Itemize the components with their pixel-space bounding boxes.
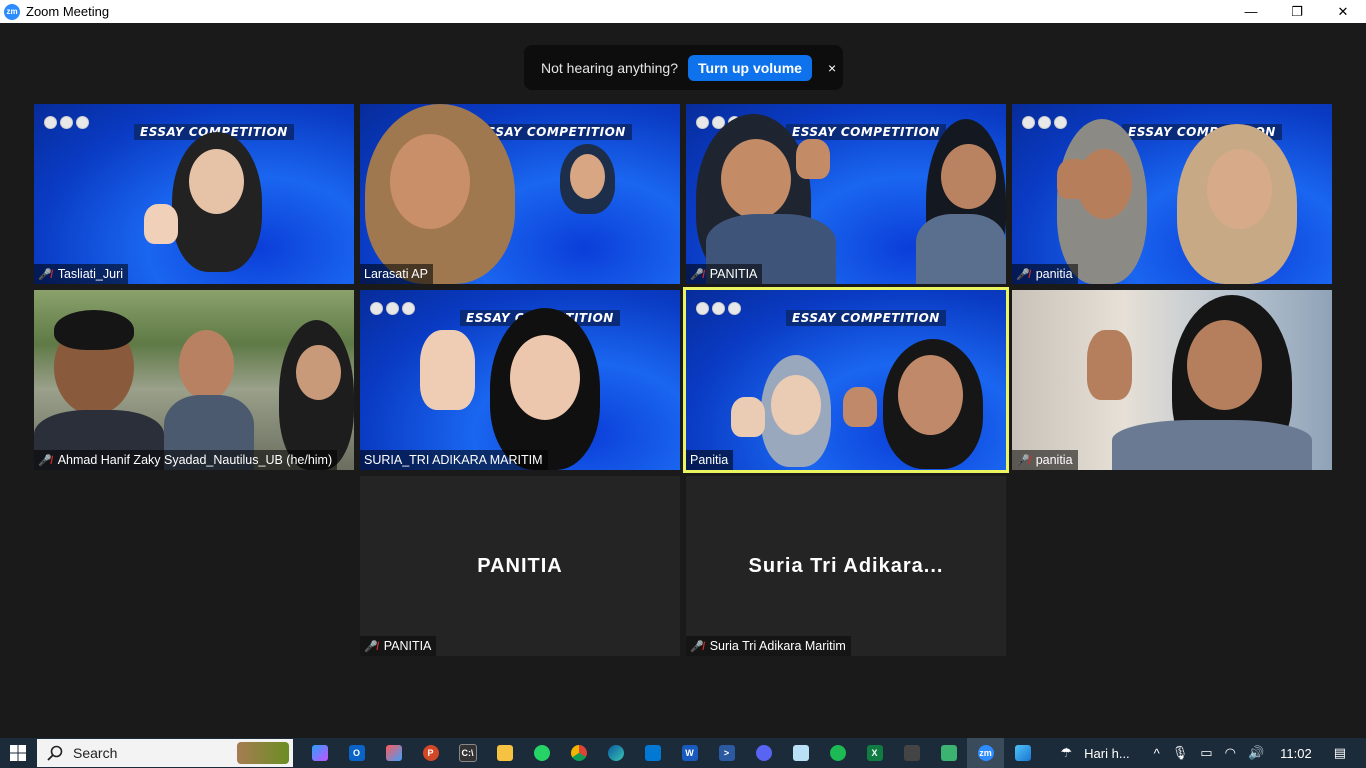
mic-muted-icon: 🎤̸: [690, 640, 704, 653]
participant-name-label: 🎤̸ Tasliati_Juri: [34, 264, 129, 284]
notice-text: Not hearing anything?: [541, 59, 678, 76]
close-button[interactable]: ✕: [1320, 0, 1366, 23]
windows-taskbar: Search O P C:\ W > X zm ☂ Hari h... ^ 🎙 …: [0, 738, 1366, 768]
terminal-icon[interactable]: C:\: [449, 738, 486, 768]
chrome-icon[interactable]: [560, 738, 597, 768]
participant-display-name: PANITIA: [477, 554, 563, 577]
turn-up-volume-button[interactable]: Turn up volume: [688, 54, 812, 81]
video-tile-camera-off[interactable]: PANITIA 🎤̸ PANITIA: [360, 476, 680, 656]
participant-name-label: 🎤̸ PANITIA: [686, 264, 763, 284]
mic-muted-icon: 🎤̸: [1016, 268, 1030, 281]
participant-name-label: 🎤̸ panitia: [1012, 264, 1078, 284]
search-highlight-image: [237, 742, 289, 764]
start-button[interactable]: [0, 738, 36, 768]
vs-icon[interactable]: [930, 738, 967, 768]
window-title: Zoom Meeting: [26, 4, 110, 19]
video-tile[interactable]: ESSAY COMPETITION SURIA_TRI ADIKARA MARI…: [360, 290, 680, 470]
powerpoint-icon[interactable]: P: [412, 738, 449, 768]
participant-name-label: 🎤̸ Suria Tri Adikara Maritim: [686, 636, 851, 656]
participant-name-label: 🎤̸ Ahmad Hanif Zaky Syadad_Nautilus_UB (h…: [34, 450, 338, 470]
mic-muted-icon: 🎤̸: [38, 268, 52, 281]
participant-name-label: 🎤̸ PANITIA: [360, 636, 437, 656]
discord-icon[interactable]: [745, 738, 782, 768]
chevron-up-icon[interactable]: ^: [1154, 746, 1160, 761]
mic-muted-icon: 🎤̸: [364, 640, 378, 653]
audio-notice: Not hearing anything? Turn up volume ×: [524, 45, 843, 90]
video-tile[interactable]: 🎤̸ Ahmad Hanif Zaky Syadad_Nautilus_UB (h…: [34, 290, 354, 470]
battery-icon[interactable]: ▭: [1200, 745, 1212, 761]
video-tile-camera-off[interactable]: Suria Tri Adikara... 🎤̸ Suria Tri Adikara…: [686, 476, 1006, 656]
clock[interactable]: 11:02: [1280, 746, 1312, 761]
zoom-logo-icon: zm: [4, 3, 20, 20]
participant-name-label: Panitia: [686, 450, 734, 470]
teams-icon[interactable]: [375, 738, 412, 768]
notification-center-icon[interactable]: ▤: [1334, 745, 1346, 761]
zoom-icon[interactable]: zm: [967, 738, 1004, 768]
participant-name-label: SURIA_TRI ADIKARA MARITIM: [360, 450, 548, 470]
system-tray: ☂ Hari h... ^ 🎙 ▭ ◠ 🔊 11:02 ▤: [1055, 738, 1366, 768]
wifi-icon[interactable]: ◠: [1225, 745, 1236, 761]
notepad-icon[interactable]: [782, 738, 819, 768]
edge-icon[interactable]: [597, 738, 634, 768]
logo-row: [696, 302, 741, 315]
video-tile[interactable]: ESSAY COMPETITION 🎤̸ Tasliati_Juri: [34, 104, 354, 284]
restore-button[interactable]: ❐: [1274, 0, 1320, 23]
file-explorer-icon[interactable]: [486, 738, 523, 768]
video-tile-active-speaker[interactable]: ESSAY COMPETITION Panitia: [683, 287, 1009, 473]
terminal2-icon[interactable]: [893, 738, 930, 768]
photos-icon[interactable]: [1004, 738, 1041, 768]
video-tile[interactable]: ESSAY COMPETITION 🎤̸ panitia: [1012, 104, 1332, 284]
spotify-icon[interactable]: [819, 738, 856, 768]
search-icon: [47, 745, 63, 761]
excel-icon[interactable]: X: [856, 738, 893, 768]
participant-display-name: Suria Tri Adikara...: [748, 554, 944, 577]
mic-muted-icon: 🎤̸: [38, 454, 52, 467]
logo-row: [370, 302, 415, 315]
microphone-icon[interactable]: 🎙: [1172, 745, 1189, 761]
speaker-icon[interactable]: 🔊: [1248, 745, 1264, 761]
participant-name-label: Larasati AP: [360, 264, 433, 284]
mic-muted-icon: 🎤̸: [1016, 454, 1030, 467]
banner-title: ESSAY COMPETITION: [786, 310, 946, 326]
mic-muted-icon: 🎤̸: [690, 268, 704, 281]
logo-row: [1022, 116, 1067, 129]
word-icon[interactable]: W: [671, 738, 708, 768]
copilot-icon[interactable]: [301, 738, 338, 768]
video-tile[interactable]: ESSAY COMPETITION Larasati AP: [360, 104, 680, 284]
outlook-icon[interactable]: O: [338, 738, 375, 768]
taskbar-search[interactable]: Search: [37, 739, 293, 767]
powershell-icon[interactable]: >: [708, 738, 745, 768]
window-titlebar: zm Zoom Meeting — ❐ ✕: [0, 0, 1366, 23]
vscode-icon[interactable]: [634, 738, 671, 768]
whatsapp-icon[interactable]: [523, 738, 560, 768]
banner-title: ESSAY COMPETITION: [786, 124, 946, 140]
video-tile[interactable]: ESSAY COMPETITION 🎤̸ PANITIA: [686, 104, 1006, 284]
logo-row: [44, 116, 89, 129]
window-controls: — ❐ ✕: [1228, 0, 1366, 23]
minimize-button[interactable]: —: [1228, 0, 1274, 23]
participant-name-label: 🎤̸ panitia: [1012, 450, 1078, 470]
weather-icon[interactable]: ☂: [1061, 745, 1073, 761]
weather-text[interactable]: Hari h...: [1084, 746, 1130, 761]
windows-icon: [10, 745, 26, 761]
notice-close-icon[interactable]: ×: [828, 60, 836, 76]
search-label: Search: [73, 745, 118, 761]
video-tile[interactable]: 🎤̸ panitia: [1012, 290, 1332, 470]
